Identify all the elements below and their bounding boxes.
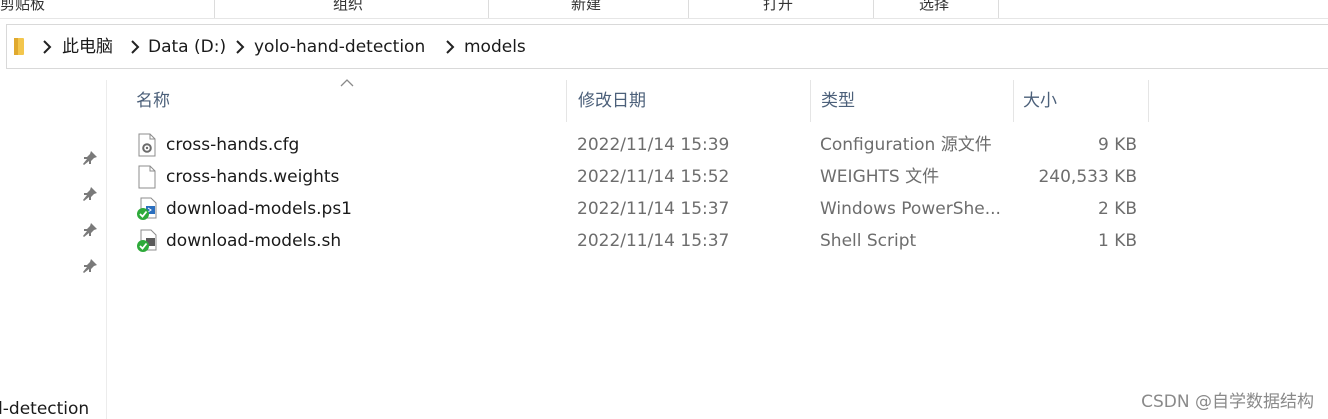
nav-item-label: d-detection [0,399,90,419]
ribbon-group-select: 选择 [918,0,949,13]
ribbon-group-strip: 剪贴板 组织 新建 打开 选择 [0,0,1328,19]
chevron-right-icon[interactable] [445,40,455,54]
pin-icon[interactable] [82,222,98,238]
file-row[interactable]: cross-hands.weights 2022/11/14 15:52 WEI… [130,161,1140,193]
blank-file-icon [138,165,156,189]
file-size: 9 KB [1097,135,1137,155]
file-name: cross-hands.weights [166,167,340,187]
breadcrumb-data-drive[interactable]: Data (D:) [148,34,226,60]
breadcrumb-models[interactable]: models [464,34,526,60]
column-header-modified[interactable]: 修改日期 [568,80,810,122]
file-type: WEIGHTS 文件 [820,167,940,187]
ribbon-divider [214,0,215,18]
nav-item-yolo-hand-detection[interactable]: d-detection [0,398,97,419]
file-modified-date: 2022/11/14 15:52 [577,167,730,187]
ribbon-divider [998,0,999,18]
pin-icon[interactable] [82,186,98,202]
file-row[interactable]: download-models.sh 2022/11/14 15:37 Shel… [130,225,1140,257]
pin-icon[interactable] [82,258,98,274]
ribbon-divider [488,0,489,18]
chevron-right-icon[interactable] [130,40,140,54]
ribbon-group-clipboard: 剪贴板 [0,0,46,13]
column-divider[interactable] [1148,80,1149,122]
pin-icon[interactable] [82,150,98,166]
chevron-right-icon[interactable] [235,40,245,54]
file-size: 240,533 KB [1038,167,1137,187]
ribbon-group-organize: 组织 [332,0,363,13]
chevron-right-icon[interactable] [42,40,52,54]
file-explorer-window: 剪贴板 组织 新建 打开 选择 此电脑 Data (D:) yolo-hand-… [0,0,1328,419]
file-name: cross-hands.cfg [166,135,300,155]
watermark-text: CSDN @自学数据结构 [1141,392,1314,412]
ribbon-divider [688,0,689,18]
file-type: Shell Script [820,231,917,251]
file-modified-date: 2022/11/14 15:39 [577,135,730,155]
powershell-script-icon [137,197,157,220]
config-file-icon [138,133,156,157]
file-row[interactable]: download-models.ps1 2022/11/14 15:37 Win… [130,193,1140,225]
address-bar[interactable]: 此电脑 Data (D:) yolo-hand-detection models [6,24,1328,69]
file-size: 2 KB [1097,199,1137,219]
breadcrumb-yolo-hand-detection[interactable]: yolo-hand-detection [254,34,425,60]
folder-icon [14,38,24,55]
file-size: 1 KB [1097,231,1137,251]
breadcrumb-this-pc[interactable]: 此电脑 [62,34,113,60]
ribbon-group-new: 新建 [570,0,601,13]
column-header-name[interactable]: 名称 [126,80,566,122]
column-header-size[interactable]: 大小 [1013,80,1148,122]
file-type: Configuration 源文件 [820,135,992,155]
column-divider[interactable] [566,80,567,122]
ribbon-divider [873,0,874,18]
column-header-type[interactable]: 类型 [811,80,1013,122]
file-type: Windows PowerShe... [820,199,1001,219]
file-name: download-models.ps1 [166,199,352,219]
file-name: download-models.sh [166,231,342,251]
ribbon-group-open: 打开 [762,0,793,13]
file-row[interactable]: cross-hands.cfg 2022/11/14 15:39 Configu… [130,129,1140,161]
file-modified-date: 2022/11/14 15:37 [577,199,730,219]
shell-script-icon [137,229,157,252]
navigation-pane: d-detection [0,80,107,419]
file-modified-date: 2022/11/14 15:37 [577,231,730,251]
